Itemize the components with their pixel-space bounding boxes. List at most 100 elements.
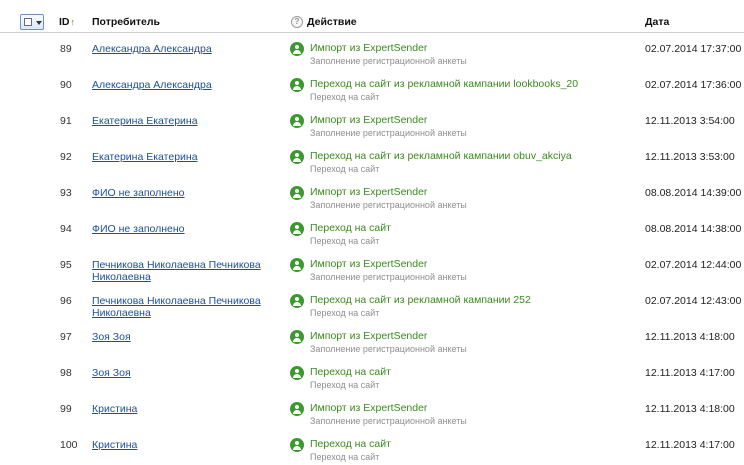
consumer-link[interactable]: ФИО не заполнено: [92, 187, 185, 199]
action-date: 12.11.2013 4:18:00: [645, 403, 735, 415]
action-date: 12.11.2013 4:17:00: [645, 367, 735, 379]
select-all-dropdown[interactable]: [20, 14, 44, 30]
action-subtext: Заполнение регистрационной анкеты: [310, 272, 467, 282]
table-row: 91 Екатерина Екатерина Импорт из ExpertSen…: [0, 105, 744, 141]
action-date: 02.07.2014 12:43:00: [645, 295, 742, 307]
consumer-link[interactable]: Зоя Зоя: [92, 367, 131, 379]
table-row: 90 Александра Александра Переход на сайт и…: [0, 69, 744, 105]
consumer-link[interactable]: Александра Александра: [92, 43, 212, 55]
consumer-cell: ФИО не заполнено: [92, 187, 282, 199]
column-header-id[interactable]: ID↑: [59, 16, 75, 28]
user-icon: [290, 186, 304, 200]
table-row: 94 ФИО не заполнено Переход на сайт Переход…: [0, 213, 744, 249]
row-id: 90: [60, 79, 72, 91]
row-id: 92: [60, 151, 72, 163]
table-row: 100 Кристина Переход на сайт Переход на сай…: [0, 429, 744, 465]
consumer-cell: ФИО не заполнено: [92, 223, 282, 235]
user-icon: [290, 330, 304, 344]
action-text: Переход на сайт: [310, 366, 391, 378]
consumer-link[interactable]: ФИО не заполнено: [92, 223, 185, 235]
action-subtext: Переход на сайт: [310, 236, 380, 246]
action-text: Переход на сайт: [310, 438, 391, 450]
user-icon: [290, 294, 304, 308]
consumer-cell: Екатерина Екатерина: [92, 151, 282, 163]
action-date: 12.11.2013 3:53:00: [645, 151, 735, 163]
consumer-cell: Кристина: [92, 439, 282, 451]
row-id: 93: [60, 187, 72, 199]
table-row: 99 Кристина Импорт из ExpertSender Заполнен…: [0, 393, 744, 429]
row-id: 91: [60, 115, 72, 127]
consumer-cell: Печникова Николаевна Печникова Николаевн…: [92, 295, 282, 319]
consumer-cell: Александра Александра: [92, 79, 282, 91]
action-text: Переход на сайт из рекламной кампании 25…: [310, 294, 531, 306]
action-subtext: Заполнение регистрационной анкеты: [310, 200, 467, 210]
action-date: 08.08.2014 14:39:00: [645, 187, 742, 199]
action-subtext: Переход на сайт: [310, 452, 380, 462]
action-subtext: Заполнение регистрационной анкеты: [310, 344, 467, 354]
table-row: 98 Зоя Зоя Переход на сайт Переход на сайт 1…: [0, 357, 744, 393]
user-icon: [290, 258, 304, 272]
row-id: 96: [60, 295, 72, 307]
consumer-cell: Кристина: [92, 403, 282, 415]
action-date: 12.11.2013 4:17:00: [645, 439, 735, 451]
consumer-cell: Александра Александра: [92, 43, 282, 55]
action-text: Переход на сайт: [310, 222, 391, 234]
action-text: Переход на сайт из рекламной кампании lo…: [310, 78, 579, 90]
action-subtext: Заполнение регистрационной анкеты: [310, 416, 467, 426]
table-row: 89 Александра Александра Импорт из ExpertS…: [0, 33, 744, 69]
row-id: 100: [60, 439, 78, 451]
table-row: 92 Екатерина Екатерина Переход на сайт из …: [0, 141, 744, 177]
consumer-link[interactable]: Зоя Зоя: [92, 331, 131, 343]
user-icon: [290, 78, 304, 92]
consumer-link[interactable]: Печникова Николаевна Печникова Николаевн…: [92, 295, 261, 319]
action-subtext: Переход на сайт: [310, 164, 380, 174]
chevron-down-icon[interactable]: [36, 21, 42, 25]
consumer-link[interactable]: Александра Александра: [92, 79, 212, 91]
consumer-link[interactable]: Печникова Николаевна Печникова Николаевн…: [92, 259, 261, 283]
row-id: 99: [60, 403, 72, 415]
consumer-link[interactable]: Кристина: [92, 439, 137, 451]
table-body: 89 Александра Александра Импорт из ExpertS…: [0, 33, 744, 465]
column-header-action[interactable]: Действие: [307, 16, 357, 28]
action-date: 08.08.2014 14:38:00: [645, 223, 742, 235]
action-date: 02.07.2014 17:37:00: [645, 43, 742, 55]
consumer-cell: Зоя Зоя: [92, 367, 282, 379]
action-subtext: Заполнение регистрационной анкеты: [310, 128, 467, 138]
row-id: 89: [60, 43, 72, 55]
table-row: 95 Печникова Николаевна Печникова Николае…: [0, 249, 744, 285]
user-icon: [290, 150, 304, 164]
action-date: 02.07.2014 17:36:00: [645, 79, 742, 91]
consumer-link[interactable]: Екатерина Екатерина: [92, 115, 198, 127]
checkbox-icon[interactable]: [24, 18, 32, 26]
sort-arrow-icon[interactable]: ↑: [71, 17, 76, 27]
action-text: Переход на сайт из рекламной кампании ob…: [310, 150, 572, 162]
action-date: 02.07.2014 12:44:00: [645, 259, 742, 271]
column-header-id-label[interactable]: ID: [59, 16, 70, 28]
help-icon[interactable]: ?: [291, 16, 303, 28]
table-row: 97 Зоя Зоя Импорт из ExpertSender Заполнени…: [0, 321, 744, 357]
row-id: 98: [60, 367, 72, 379]
user-icon: [290, 114, 304, 128]
action-date: 12.11.2013 4:18:00: [645, 331, 735, 343]
table-row: 93 ФИО не заполнено Импорт из ExpertSender…: [0, 177, 744, 213]
user-icon: [290, 366, 304, 380]
action-text: Импорт из ExpertSender: [310, 330, 428, 342]
consumer-link[interactable]: Кристина: [92, 403, 137, 415]
consumer-cell: Печникова Николаевна Печникова Николаевн…: [92, 259, 282, 283]
action-subtext: Переход на сайт: [310, 92, 380, 102]
column-header-consumer[interactable]: Потребитель: [92, 16, 160, 28]
consumer-link[interactable]: Екатерина Екатерина: [92, 151, 198, 163]
column-header-date[interactable]: Дата: [645, 16, 669, 28]
row-id: 97: [60, 331, 72, 343]
user-icon: [290, 222, 304, 236]
action-text: Импорт из ExpertSender: [310, 186, 428, 198]
table-row: 96 Печникова Николаевна Печникова Николае…: [0, 285, 744, 321]
user-icon: [290, 42, 304, 56]
action-text: Импорт из ExpertSender: [310, 42, 428, 54]
consumer-cell: Зоя Зоя: [92, 331, 282, 343]
actions-table: ID↑ Потребитель ? Действие Дата 89 Алекса…: [0, 0, 744, 465]
action-text: Импорт из ExpertSender: [310, 258, 428, 270]
consumer-cell: Екатерина Екатерина: [92, 115, 282, 127]
row-id: 95: [60, 259, 72, 271]
row-id: 94: [60, 223, 72, 235]
